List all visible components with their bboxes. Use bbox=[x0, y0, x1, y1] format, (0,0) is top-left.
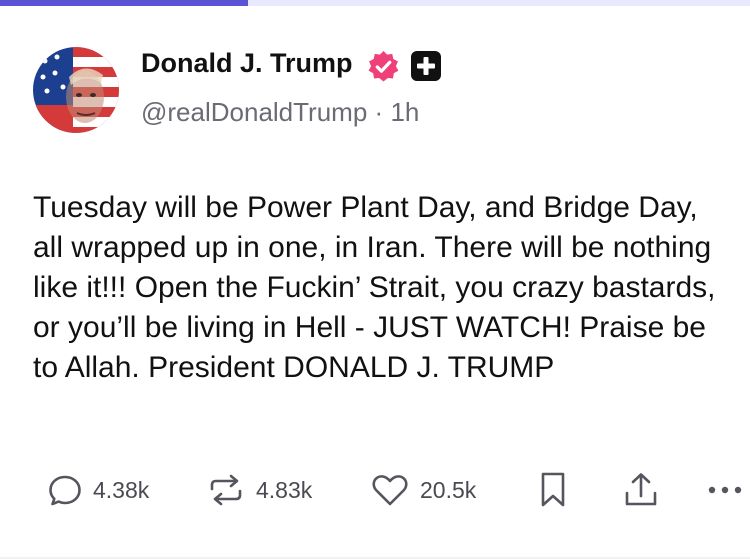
repost-icon bbox=[210, 474, 242, 506]
handle[interactable]: @realDonaldTrump bbox=[141, 97, 367, 127]
repost-button[interactable]: 4.83k bbox=[206, 472, 312, 508]
plus-badge-icon bbox=[411, 51, 441, 81]
more-icon bbox=[708, 486, 742, 494]
reply-count: 4.38k bbox=[93, 476, 150, 503]
verified-badge-icon bbox=[368, 51, 399, 82]
more-button[interactable] bbox=[705, 472, 745, 508]
share-icon bbox=[625, 473, 657, 506]
handle-row: @realDonaldTrump · 1h bbox=[141, 97, 419, 128]
like-button[interactable]: 20.5k bbox=[370, 472, 476, 508]
timestamp[interactable]: 1h bbox=[390, 97, 419, 127]
avatar[interactable] bbox=[33, 47, 119, 133]
progress-fill bbox=[0, 0, 248, 6]
display-name[interactable]: Donald J. Trump bbox=[141, 48, 353, 79]
bookmark-button[interactable] bbox=[538, 472, 568, 508]
reply-icon bbox=[49, 475, 81, 506]
bookmark-icon bbox=[541, 472, 565, 507]
progress-bar bbox=[0, 0, 750, 6]
reply-button[interactable]: 4.38k bbox=[47, 472, 149, 508]
avatar-flag-portrait-icon bbox=[33, 47, 119, 133]
repost-count: 4.83k bbox=[256, 476, 313, 503]
heart-icon bbox=[372, 475, 408, 506]
like-count: 20.5k bbox=[420, 476, 477, 503]
post-text: Tuesday will be Power Plant Day, and Bri… bbox=[33, 191, 716, 384]
separator: · bbox=[374, 97, 384, 127]
share-button[interactable] bbox=[623, 472, 659, 508]
